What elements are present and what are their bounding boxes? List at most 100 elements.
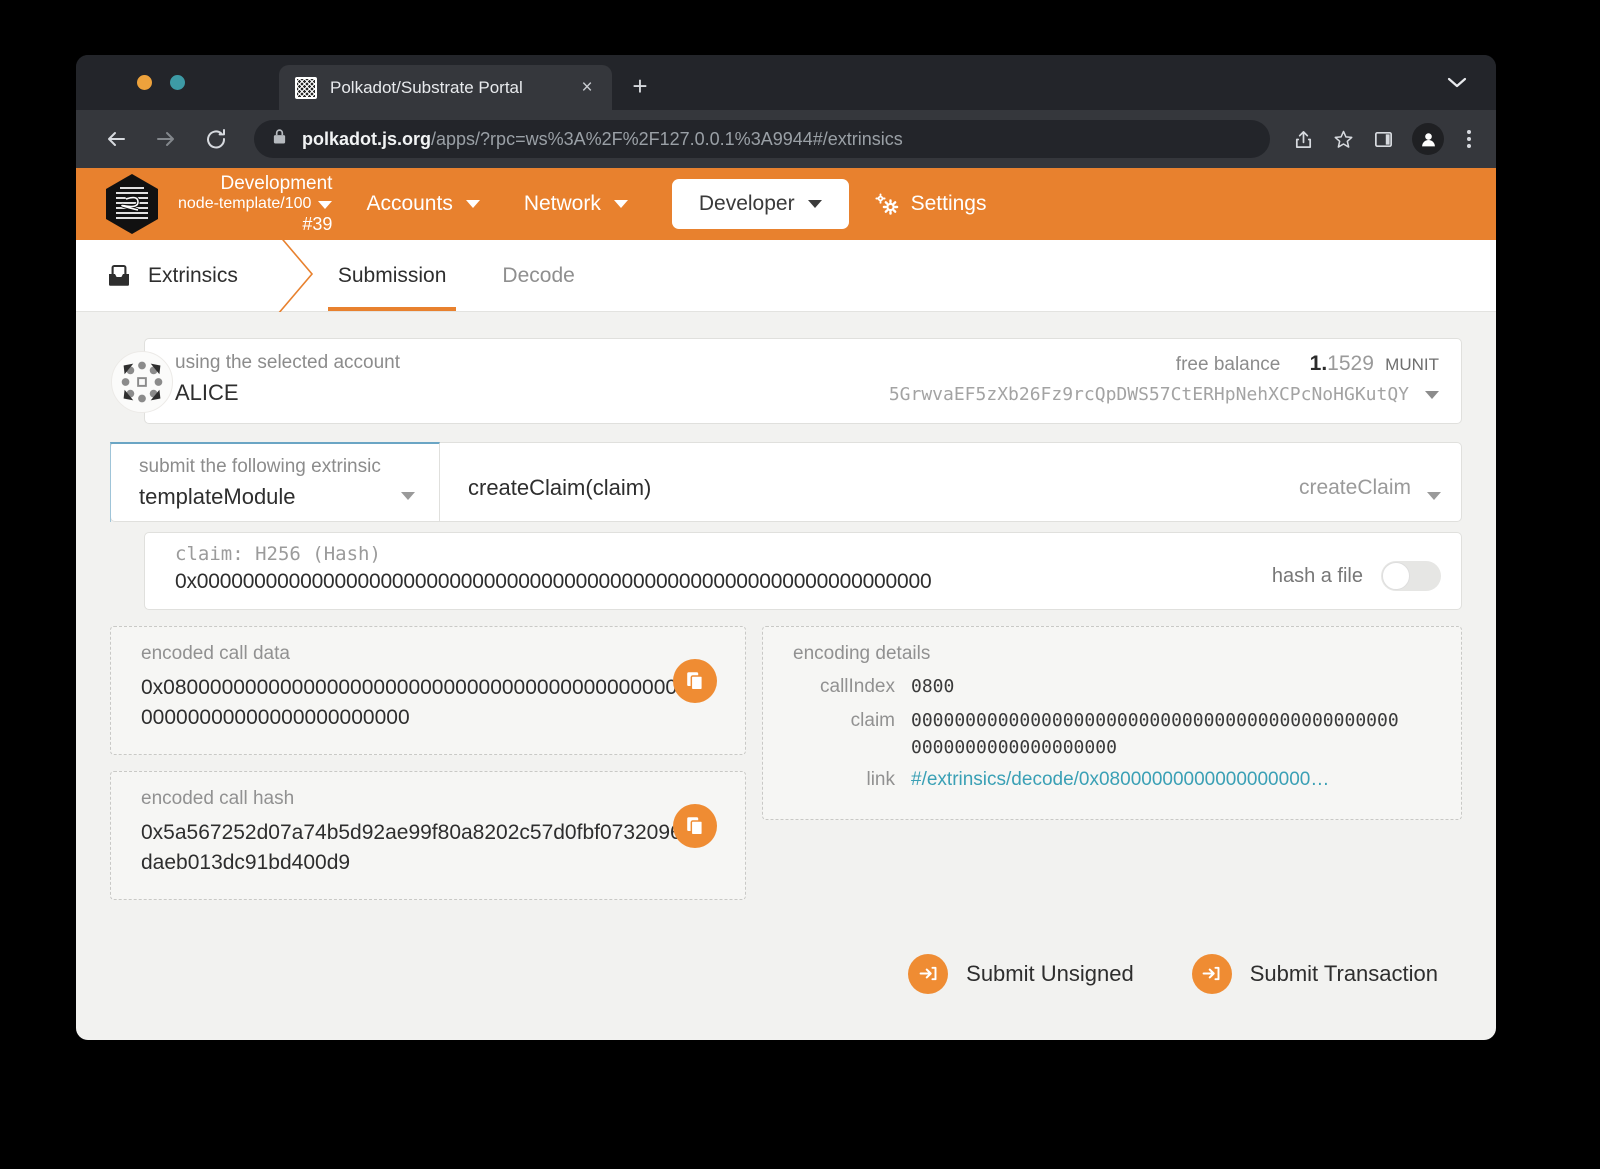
settings-label: Settings — [910, 192, 987, 215]
browser-tab-title: Polkadot/Substrate Portal — [330, 77, 523, 97]
claim-input-card[interactable]: claim: H256 (Hash) 0x0000000000000000000… — [144, 532, 1462, 610]
submit-unsigned-label: Submit Unsigned — [966, 960, 1134, 986]
encoding-detail-key: link — [866, 768, 895, 790]
encoding-details-box: encoding details callIndex 0800 claim 00… — [762, 626, 1462, 820]
polkadot-favicon-icon — [295, 76, 317, 99]
url-domain: polkadot.js.org — [302, 128, 432, 149]
copy-icon[interactable] — [673, 803, 717, 848]
minimize-window-button[interactable] — [137, 75, 152, 90]
chevron-down-icon[interactable] — [1425, 390, 1439, 399]
tab-submission[interactable]: Submission — [327, 240, 457, 311]
substrate-logo-icon[interactable] — [104, 173, 160, 235]
new-tab-button[interactable]: + — [626, 73, 654, 99]
chain-selector[interactable]: Development node-template/100 #39 — [178, 172, 333, 236]
nav-item-settings[interactable]: Settings — [873, 192, 987, 216]
hash-a-file-group[interactable]: hash a file — [1272, 543, 1441, 591]
encoded-call-data-value: 0x08000000000000000000000000000000000000… — [141, 676, 689, 730]
chevron-down-icon[interactable] — [318, 200, 333, 209]
details-row: encoded call data 0x08000000000000000000… — [110, 626, 1462, 900]
breadcrumb-label: Extrinsics — [148, 263, 238, 287]
tab-label: Decode — [502, 263, 575, 287]
chevron-down-icon[interactable] — [401, 492, 415, 500]
address-bar[interactable]: polkadot.js.org/apps/?rpc=ws%3A%2F%2F127… — [254, 120, 1270, 158]
free-balance-integer: 1. — [1309, 352, 1328, 375]
browser-toolbar: polkadot.js.org/apps/?rpc=ws%3A%2F%2F127… — [76, 110, 1496, 168]
submit-button-row: Submit Unsigned Submit Transaction — [110, 953, 1462, 994]
close-icon[interactable]: × — [574, 75, 600, 101]
free-balance: free balance 1.1529 MUNIT — [889, 352, 1439, 376]
account-field: using the selected account ALICE — [175, 352, 400, 423]
browser-window: Polkadot/Substrate Portal × + polkadot.j… — [76, 55, 1496, 1040]
url-path: /apps/?rpc=ws%3A%2F%2F127.0.0.1%3A9944#/… — [431, 128, 903, 149]
submit-transaction-label: Submit Transaction — [1249, 960, 1438, 986]
decode-link[interactable]: #/extrinsics/decode/0x080000000000000000… — [911, 766, 1329, 795]
toggle-knob — [1382, 562, 1410, 590]
balance-block: free balance 1.1529 MUNIT 5GrwvaEF5zXb26… — [889, 352, 1439, 423]
browser-menu-icon[interactable] — [1456, 130, 1482, 148]
encoded-call-data-title: encoded call data — [141, 643, 290, 664]
encoded-call-hash-value: 0x5a567252d07a74b5d92ae99f80a8202c57d0fb… — [141, 820, 682, 875]
tab-decode[interactable]: Decode — [492, 240, 584, 311]
sign-in-arrow-icon — [1191, 953, 1232, 994]
app-bar: Development node-template/100 #39 Accoun… — [76, 168, 1496, 240]
claim-input[interactable]: 0x00000000000000000000000000000000000000… — [175, 570, 932, 594]
chain-spec: node-template/100 — [178, 195, 312, 213]
nav-item-developer[interactable]: Developer — [671, 179, 849, 229]
nav-item-label: Accounts — [366, 192, 453, 215]
encoding-details-panel: encoding details callIndex 0800 claim 00… — [762, 626, 1462, 900]
submit-transaction-button[interactable]: Submit Transaction — [1191, 953, 1438, 994]
tab-label: Submission — [337, 263, 447, 287]
chain-block-number: #39 — [302, 214, 333, 235]
free-balance-unit: MUNIT — [1385, 355, 1439, 374]
bookmark-star-icon[interactable] — [1326, 122, 1360, 156]
nav-item-label: Developer — [698, 192, 795, 215]
close-window-button[interactable] — [104, 75, 119, 90]
account-field-label: using the selected account — [175, 352, 400, 373]
window-traffic-lights[interactable] — [104, 75, 185, 90]
account-name: ALICE — [175, 380, 239, 405]
page-viewport: Development node-template/100 #39 Accoun… — [76, 168, 1496, 1040]
encoding-detail-value: 0800 — [911, 676, 955, 697]
chevron-down-icon — [465, 200, 480, 208]
encoded-call-hash-title: encoded call hash — [141, 787, 295, 809]
extrinsics-inbox-icon — [106, 263, 132, 289]
nav-item-accounts[interactable]: Accounts — [366, 192, 480, 216]
share-icon[interactable] — [1286, 122, 1320, 156]
account-identicon-avatar[interactable] — [111, 351, 173, 413]
chain-spec-row[interactable]: node-template/100 — [178, 195, 333, 214]
sign-in-arrow-icon — [908, 953, 949, 994]
encoding-detail-key: claim — [850, 709, 895, 731]
account-selector-card[interactable]: using the selected account ALICE free ba… — [111, 338, 1462, 424]
nav-item-network[interactable]: Network — [524, 192, 628, 216]
encoding-detail-row: callIndex 0800 — [793, 673, 1437, 702]
browser-tab[interactable]: Polkadot/Substrate Portal × — [279, 65, 612, 110]
reload-icon[interactable] — [198, 121, 234, 157]
back-icon[interactable] — [98, 121, 134, 157]
main-content: using the selected account ALICE free ba… — [76, 312, 1496, 994]
side-panel-icon[interactable] — [1366, 122, 1400, 156]
encoding-detail-value: 0000000000000000000000000000000000000000… — [911, 709, 1399, 758]
extrinsic-selector-card[interactable]: submit the following extrinsic templateM… — [110, 442, 1462, 522]
chevron-down-icon[interactable] — [1427, 492, 1441, 500]
url-text: polkadot.js.org/apps/?rpc=ws%3A%2F%2F127… — [302, 129, 903, 150]
encoding-details-title: encoding details — [793, 643, 931, 664]
hash-a-file-toggle[interactable] — [1381, 561, 1441, 591]
chevron-down-icon[interactable] — [1446, 75, 1468, 89]
chain-name: Development — [220, 172, 333, 194]
method-dropdown[interactable]: createClaim — [1299, 443, 1441, 521]
claim-field-label: claim: H256 (Hash) — [175, 543, 381, 565]
forward-icon[interactable] — [148, 121, 184, 157]
maximize-window-button[interactable] — [170, 75, 185, 90]
module-dropdown[interactable]: submit the following extrinsic templateM… — [110, 442, 440, 522]
nav-item-label: Network — [523, 192, 601, 215]
chevron-down-icon — [613, 200, 628, 208]
copy-icon[interactable] — [673, 659, 717, 703]
submit-unsigned-button[interactable]: Submit Unsigned — [908, 953, 1134, 994]
claim-field[interactable]: claim: H256 (Hash) 0x0000000000000000000… — [175, 543, 932, 594]
breadcrumb-separator-icon — [272, 238, 328, 312]
breadcrumb: Extrinsics — [76, 240, 272, 311]
account-address-dropdown[interactable]: 5GrwvaEF5zXb26Fz9rcQpDWS57CtERHpNehXCPcN… — [889, 384, 1439, 405]
extrinsic-field-label: submit the following extrinsic — [139, 456, 381, 477]
avatar[interactable] — [1412, 123, 1444, 155]
encoding-detail-row: claim 0000000000000000000000000000000000… — [793, 707, 1437, 761]
